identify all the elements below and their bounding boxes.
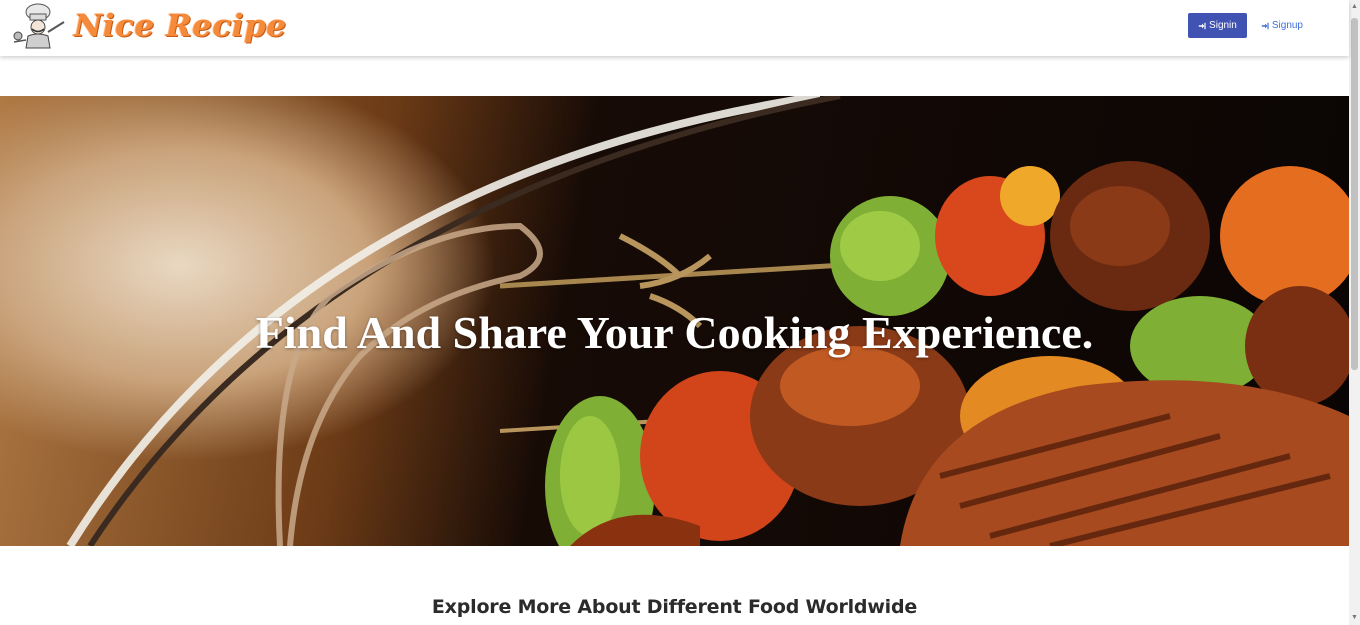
brand-logo[interactable]: Nice Recipe: [10, 2, 287, 50]
signin-button[interactable]: Signin: [1188, 13, 1247, 38]
signup-icon: [1261, 22, 1269, 29]
top-navbar: Nice Recipe Signin Signup: [0, 0, 1349, 56]
scroll-up-arrow-icon[interactable]: ▲: [1351, 2, 1358, 12]
brand-name: Nice Recipe: [74, 8, 287, 44]
auth-actions: Signin Signup: [1188, 13, 1313, 38]
signup-label: Signup: [1271, 20, 1303, 31]
chef-icon: [13, 3, 65, 49]
scroll-down-arrow-icon[interactable]: ▼: [1351, 613, 1358, 623]
page-scrollbar[interactable]: ▲ ▼: [1349, 0, 1360, 625]
scroll-thumb[interactable]: [1351, 18, 1358, 370]
signin-icon: [1198, 22, 1206, 29]
section-title: Explore More About Different Food Worldw…: [431, 596, 918, 618]
hero-banner: Find And Share Your Cooking Experience.: [0, 96, 1349, 546]
hero-title: Find And Share Your Cooking Experience.: [255, 307, 1094, 358]
signin-label: Signin: [1209, 20, 1237, 31]
signup-button[interactable]: Signup: [1251, 13, 1313, 38]
